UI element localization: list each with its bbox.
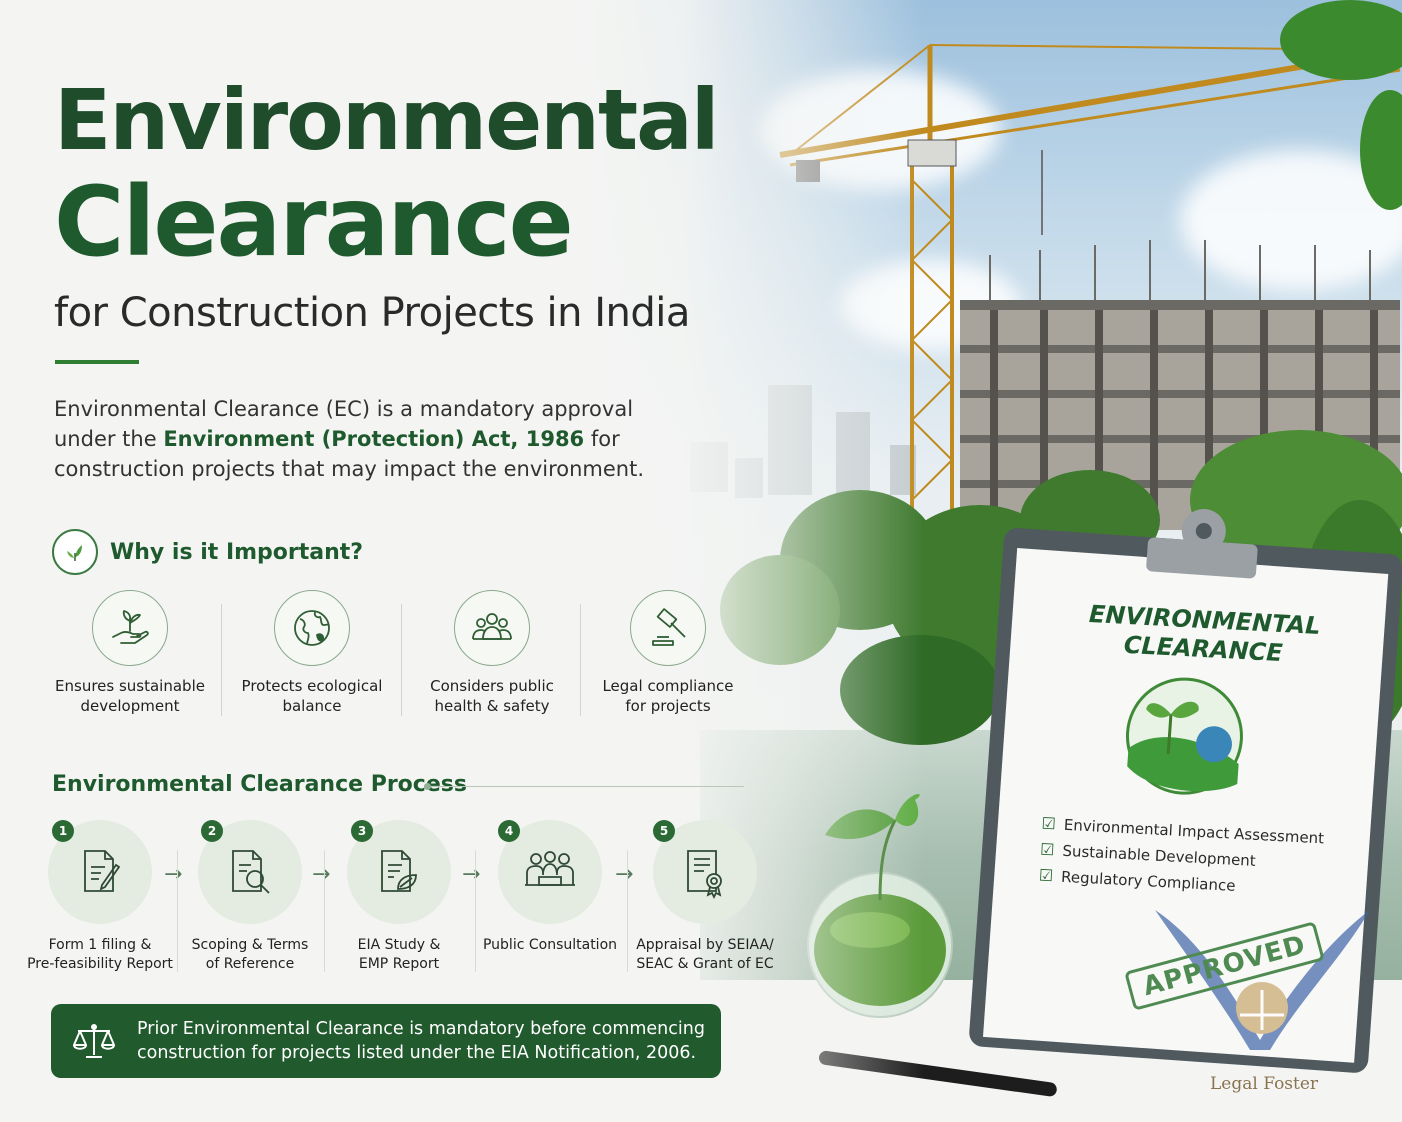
- process-title: Environmental Clearance Process: [52, 772, 467, 797]
- intro-paragraph: Environmental Clearance (EC) is a mandat…: [54, 394, 654, 484]
- step-label: Appraisal by SEIAA/SEAC & Grant of EC: [636, 937, 774, 972]
- divider: [401, 604, 402, 716]
- page-subtitle: for Construction Projects in India: [54, 290, 690, 336]
- globe-icon: [274, 590, 350, 666]
- people-icon: [454, 590, 530, 666]
- importance-item: Considers public health & safety: [407, 590, 577, 716]
- process-step: 1 Form 1 filing & Pre-feasibility Report: [20, 820, 180, 974]
- process-step: 2 Scoping & Terms of Reference: [170, 820, 330, 974]
- step-number: 5: [653, 820, 675, 842]
- step-number: 4: [498, 820, 520, 842]
- gavel-icon: [630, 590, 706, 666]
- step-label: EIA Study & EMP Report: [357, 937, 441, 972]
- page-title-line2: Clearance: [54, 166, 574, 278]
- importance-label: Considers public health & safety: [430, 677, 554, 715]
- step-label: Scoping & Terms of Reference: [191, 937, 309, 972]
- importance-item: Legal compliance for projects: [583, 590, 753, 716]
- process-step: 5 Appraisal by SEIAA/SEAC & Grant of EC: [625, 820, 785, 974]
- hand-plant-icon: [92, 590, 168, 666]
- title-divider: [55, 360, 139, 364]
- page-title-line1: Environmental: [54, 71, 720, 169]
- step-number: 2: [201, 820, 223, 842]
- process-step: 3 EIA Study & EMP Report: [319, 820, 479, 974]
- divider: [221, 604, 222, 716]
- divider: [580, 604, 581, 716]
- importance-label: Ensures sustainable development: [55, 677, 205, 715]
- process-title-dot: [424, 783, 431, 790]
- step-label: Form 1 filing & Pre-feasibility Report: [27, 937, 173, 972]
- clipboard-checklist: ☑ Environmental Impact Assessment ☑ Sustai…: [1038, 811, 1325, 904]
- why-section-header: Why is it Important?: [52, 529, 363, 575]
- why-title: Why is it Important?: [110, 539, 364, 565]
- checkbox-checked-icon: ☑: [1041, 813, 1057, 834]
- brand-name: Legal Foster: [1210, 1074, 1319, 1094]
- importance-label: Legal compliance for projects: [602, 677, 734, 715]
- leaf-icon: [52, 529, 98, 575]
- checkbox-checked-icon: ☑: [1039, 839, 1056, 860]
- notice-banner: Prior Environmental Clearance is mandato…: [51, 1004, 721, 1078]
- step-number: 1: [52, 820, 74, 842]
- importance-label: Protects ecological balance: [241, 677, 383, 715]
- importance-item: Protects ecological balance: [227, 590, 397, 716]
- notice-text: Prior Environmental Clearance is mandato…: [137, 1019, 705, 1063]
- checkbox-checked-icon: ☑: [1038, 865, 1054, 886]
- step-label: Public Consultation: [482, 937, 618, 953]
- importance-item: Ensures sustainable development: [45, 590, 215, 716]
- intro-highlight: Environment (Protection) Act, 1986: [163, 427, 585, 451]
- process-title-line: [424, 786, 744, 787]
- scales-icon: [51, 1021, 137, 1061]
- process-step: 4 Public Consultation: [470, 820, 630, 955]
- step-number: 3: [351, 820, 373, 842]
